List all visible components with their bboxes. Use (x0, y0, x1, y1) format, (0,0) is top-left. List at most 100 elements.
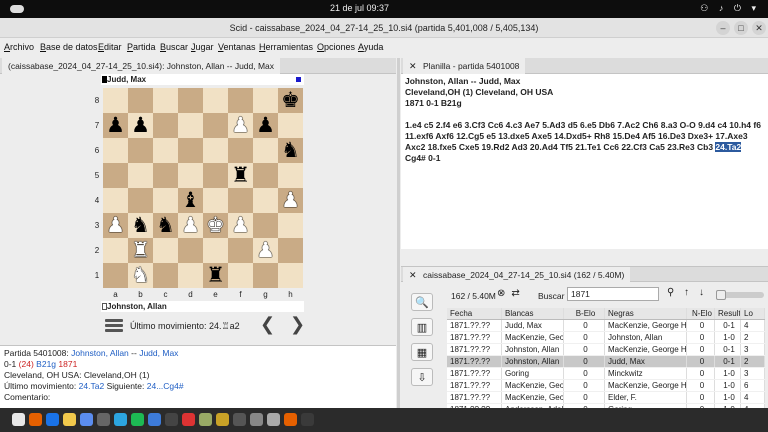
board-square[interactable] (278, 113, 303, 138)
board-square[interactable]: ♞ (278, 138, 303, 163)
menu-item-archivo[interactable]: Archivo (4, 42, 34, 52)
column-header[interactable]: B-Elo (564, 308, 605, 319)
black-knight-icon[interactable]: ♞ (156, 213, 175, 238)
export-icon[interactable]: ⇩ (411, 368, 433, 386)
taskbar-app-icon[interactable] (199, 413, 212, 426)
board-square[interactable]: ♜ (228, 163, 253, 188)
board-square[interactable]: ♜ (128, 238, 153, 263)
info-last-move-link[interactable]: 24.Ta2 (79, 381, 105, 391)
board-square[interactable] (178, 88, 203, 113)
table-row[interactable]: 1871.??.??MacKenzie, George0Johnston, Al… (447, 332, 765, 344)
table-row[interactable]: 1871.??.?? Goring 0 Minckwitz 0 1-0 3 (447, 368, 765, 380)
taskbar-app-icon[interactable] (63, 413, 76, 426)
stats-chart-icon[interactable]: ▥ (411, 318, 433, 336)
maximize-button[interactable]: □ (734, 21, 748, 35)
white-pawn-icon[interactable]: ♟ (231, 113, 250, 138)
tab-notation[interactable]: ✕ Planilla - partida 5401008 (403, 58, 526, 74)
board-square[interactable] (153, 263, 178, 288)
next-move-button[interactable]: ❯ (290, 314, 305, 335)
current-move[interactable]: 24.Ta2 (715, 142, 742, 152)
black-pawn-icon[interactable]: ♟ (106, 113, 125, 138)
board-square[interactable] (203, 138, 228, 163)
table-row[interactable]: 1871.??.?? Johnston, Allan 0 Judd, Max 0 0-1 2 (447, 356, 765, 368)
column-header[interactable]: Resulta (715, 308, 741, 319)
white-pawn-icon[interactable]: ♟ (256, 238, 275, 263)
board-square[interactable]: ♞ (128, 213, 153, 238)
black-bishop-icon[interactable]: ♝ (181, 188, 200, 213)
taskbar-app-icon[interactable] (29, 413, 42, 426)
board-square[interactable] (153, 138, 178, 163)
board-menu-icon[interactable] (105, 319, 123, 333)
black-knight-icon[interactable]: ♞ (131, 213, 150, 238)
board-square[interactable]: ♟ (228, 113, 253, 138)
taskbar-app-icon[interactable] (233, 413, 246, 426)
arrow-up-icon[interactable]: ↑ (684, 287, 689, 298)
taskbar-app-icon[interactable] (131, 413, 144, 426)
search-db-icon[interactable]: 🔍 (411, 293, 433, 311)
tab-board[interactable]: (caissabase_2024_04_27-14_25_10.si4): Jo… (2, 58, 281, 74)
menu-item-buscar[interactable]: Buscar (160, 42, 188, 52)
board-square[interactable] (203, 188, 228, 213)
board-square[interactable] (228, 263, 253, 288)
black-knight-icon[interactable]: ♞ (281, 138, 300, 163)
board-square[interactable] (203, 113, 228, 138)
board-square[interactable] (178, 263, 203, 288)
menu-item-ventanas[interactable]: Ventanas (218, 42, 256, 52)
menu-item-ayuda[interactable]: Ayuda (358, 42, 383, 52)
menu-item-editar[interactable]: Editar (98, 42, 122, 52)
clock[interactable]: 21 de jul 09:37 (330, 3, 389, 13)
board-square[interactable] (103, 188, 128, 213)
info-white-link[interactable]: Johnston, Allan (71, 348, 129, 358)
black-rook-icon[interactable]: ♜ (231, 163, 250, 188)
board-square[interactable]: ♝ (178, 188, 203, 213)
board-square[interactable] (278, 213, 303, 238)
info-black-link[interactable]: Judd, Max (139, 348, 178, 358)
board-square[interactable]: ♟ (278, 188, 303, 213)
board-square[interactable] (178, 138, 203, 163)
board-square[interactable]: ♟ (228, 213, 253, 238)
chess-board[interactable]: ♚ ♟ ♟ ♟ ♟ ♞ ♜ ♝ ♟ ♟ ♞ ♞ ♟ ♚ ♟ ♜ ♟ ♞ ♜ (103, 88, 303, 288)
board-square[interactable] (253, 163, 278, 188)
board-square[interactable] (153, 188, 178, 213)
menu-item-herramientas[interactable]: Herramientas (259, 42, 313, 52)
pane-splitter[interactable] (397, 58, 400, 408)
board-square[interactable] (103, 163, 128, 188)
column-header[interactable]: Negras (605, 308, 687, 319)
notation-panel[interactable]: Johnston, Allan -- Judd, Max Cleveland,O… (401, 74, 768, 249)
close-tab-icon[interactable]: ✕ (409, 270, 417, 281)
board-square[interactable] (178, 238, 203, 263)
taskbar-app-icon[interactable] (80, 413, 93, 426)
board-view-icon[interactable]: ▦ (411, 343, 433, 361)
taskbar-app-icon[interactable] (182, 413, 195, 426)
board-square[interactable] (153, 163, 178, 188)
black-pawn-icon[interactable]: ♟ (131, 113, 150, 138)
board-square[interactable] (228, 138, 253, 163)
board-square[interactable] (128, 88, 153, 113)
system-tray[interactable]: ⚇ ♪ ⏻ ▾ (700, 3, 760, 14)
table-row[interactable]: 1871.??.?? Judd, Max 0 MacKenzie, George H0… (447, 320, 765, 332)
minimize-button[interactable]: – (716, 21, 730, 35)
black-pawn-icon[interactable]: ♟ (256, 113, 275, 138)
taskbar-app-icon[interactable] (165, 413, 178, 426)
board-square[interactable] (103, 263, 128, 288)
column-header[interactable]: Fecha (447, 308, 502, 319)
menu-item-opciones[interactable]: Opciones (317, 42, 355, 52)
info-next-move-link[interactable]: 24...Cg4# (147, 381, 184, 391)
move-list[interactable]: 1.e4 c5 2.f4 e6 3.Cf3 Cc6 4.c3 Ae7 5.Ad3… (405, 120, 764, 164)
board-square[interactable] (228, 238, 253, 263)
board-square[interactable] (103, 138, 128, 163)
search-input[interactable]: 1871 (567, 287, 659, 301)
info-eco-link[interactable]: B21g (36, 359, 56, 369)
menu-item-partida[interactable]: Partida (127, 42, 156, 52)
table-row[interactable]: 1871.??.??MacKenzie, George0Elder, F.01-… (447, 392, 765, 404)
board-square[interactable] (253, 138, 278, 163)
taskbar-app-icon[interactable] (284, 413, 297, 426)
menu-item-base-de-datos[interactable]: Base de datos (40, 42, 98, 52)
list-slider[interactable] (716, 290, 764, 300)
board-square[interactable]: ♚ (203, 213, 228, 238)
taskbar-app-icon[interactable] (301, 413, 314, 426)
board-square[interactable] (253, 263, 278, 288)
taskbar-app-icon[interactable] (46, 413, 59, 426)
column-header[interactable]: Lo (741, 308, 765, 319)
board-square[interactable] (228, 188, 253, 213)
